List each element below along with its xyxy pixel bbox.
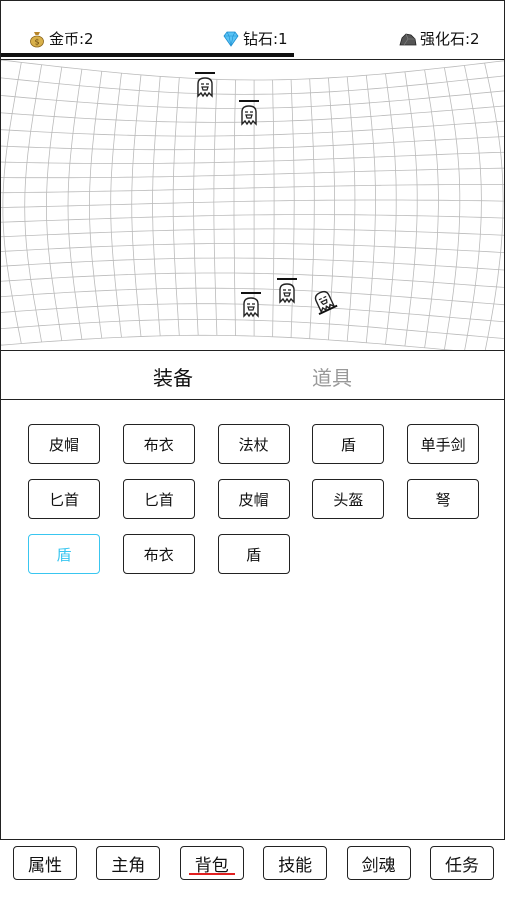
diamond-label: 钻石:1	[243, 30, 288, 48]
nav-hero-button[interactable]: 主角	[96, 846, 161, 880]
enemy-health-bar	[239, 100, 259, 102]
grid-line	[1, 184, 504, 194]
bag-panel: 装备 道具 皮帽 布衣 法杖盾单手剑 匕首 匕首 皮帽 头盔弩盾布衣盾	[0, 350, 505, 840]
grid-line	[213, 79, 218, 336]
item-slot[interactable]: 匕首	[28, 479, 100, 519]
item-slot[interactable]: 盾	[312, 424, 385, 464]
item-slot[interactable]: 头盔	[312, 479, 385, 519]
grid-line	[1, 334, 454, 350]
item-slot[interactable]: 布衣	[122, 534, 195, 574]
item-slot[interactable]: 皮帽	[28, 424, 100, 464]
grid-line	[152, 76, 161, 336]
nav-quests-button[interactable]: 任务	[430, 846, 494, 880]
currency-bar: $ 金币:2 钻石:1 强化石:2	[0, 0, 505, 60]
ghost-enemy[interactable]	[195, 72, 215, 98]
grid-line	[1, 228, 504, 238]
item-slot-selected[interactable]: 盾	[28, 534, 100, 574]
stone-label: 强化石:2	[420, 30, 480, 48]
ghost-icon	[241, 105, 257, 126]
grid-line	[272, 79, 275, 337]
grid-line	[131, 74, 142, 337]
ghost-icon	[197, 77, 213, 98]
ghost-enemy[interactable]	[239, 100, 259, 126]
bottom-nav: 属性 主角 背包 技能 剑魂 任务	[0, 843, 507, 883]
grid-line	[1, 257, 504, 271]
grid-line	[346, 76, 356, 342]
grid-line	[365, 75, 376, 343]
nav-sword-soul-button[interactable]: 剑魂	[346, 846, 411, 880]
grid-line	[1, 272, 504, 288]
nav-label: 属性	[28, 855, 62, 876]
enemy-health-bar	[195, 72, 215, 74]
tab-items[interactable]: 道具	[312, 362, 352, 391]
ghost-icon	[243, 297, 259, 318]
nav-bag-button[interactable]: 背包	[179, 846, 244, 880]
ghost-enemy[interactable]	[277, 278, 297, 304]
grid-line	[45, 66, 63, 341]
grid-line	[67, 69, 83, 340]
stone-counter: 强化石:2	[399, 28, 480, 49]
item-slot[interactable]: 单手剑	[407, 424, 480, 464]
diamond-counter: 钻石:1	[222, 28, 288, 49]
ghost-enemy[interactable]	[241, 292, 261, 318]
grid-line	[1, 243, 504, 254]
gold-counter: $ 金币:2	[28, 28, 94, 49]
grid-line	[1, 75, 504, 95]
bag-tabs: 装备 道具	[1, 351, 504, 400]
item-slot[interactable]: 盾	[217, 534, 290, 574]
rock-icon	[399, 30, 417, 48]
enemy-health-bar	[241, 292, 261, 294]
nav-attributes-button[interactable]: 属性	[13, 846, 77, 880]
tab-equipment[interactable]: 装备	[153, 362, 193, 391]
grid-line	[24, 64, 42, 343]
nav-label: 背包	[194, 855, 229, 876]
active-underline	[188, 873, 235, 875]
item-slot[interactable]: 布衣	[122, 424, 195, 464]
ghost-icon	[279, 283, 295, 304]
diamond-icon	[222, 30, 240, 48]
grid-line	[385, 73, 397, 345]
progress-bar	[1, 53, 294, 57]
item-slot[interactable]: 匕首	[122, 479, 195, 519]
grid-line	[193, 78, 199, 336]
grid-line	[2, 62, 22, 344]
nav-label: 任务	[445, 855, 479, 876]
item-slot[interactable]: 弩	[407, 479, 480, 519]
grid-line	[1, 167, 504, 179]
nav-label: 主角	[111, 855, 146, 876]
svg-text:$: $	[34, 37, 39, 46]
grid-line	[1, 151, 504, 164]
nav-skills-button[interactable]: 技能	[263, 846, 328, 880]
item-slot[interactable]: 皮帽	[217, 479, 290, 519]
grid-line	[1, 199, 504, 208]
grid-line	[110, 73, 122, 338]
money-bag-icon: $	[28, 30, 46, 48]
item-slot[interactable]: 法杖	[217, 424, 290, 464]
grid-line	[1, 136, 504, 151]
battlefield	[0, 60, 505, 350]
nav-label: 技能	[278, 855, 313, 876]
gold-label: 金币:2	[49, 30, 94, 48]
nav-label: 剑魂	[361, 855, 396, 876]
grid-line	[1, 214, 504, 223]
grid-line	[1, 60, 504, 81]
grid-line	[172, 77, 180, 336]
grid-line	[233, 79, 236, 336]
enemy-health-bar	[277, 278, 297, 280]
